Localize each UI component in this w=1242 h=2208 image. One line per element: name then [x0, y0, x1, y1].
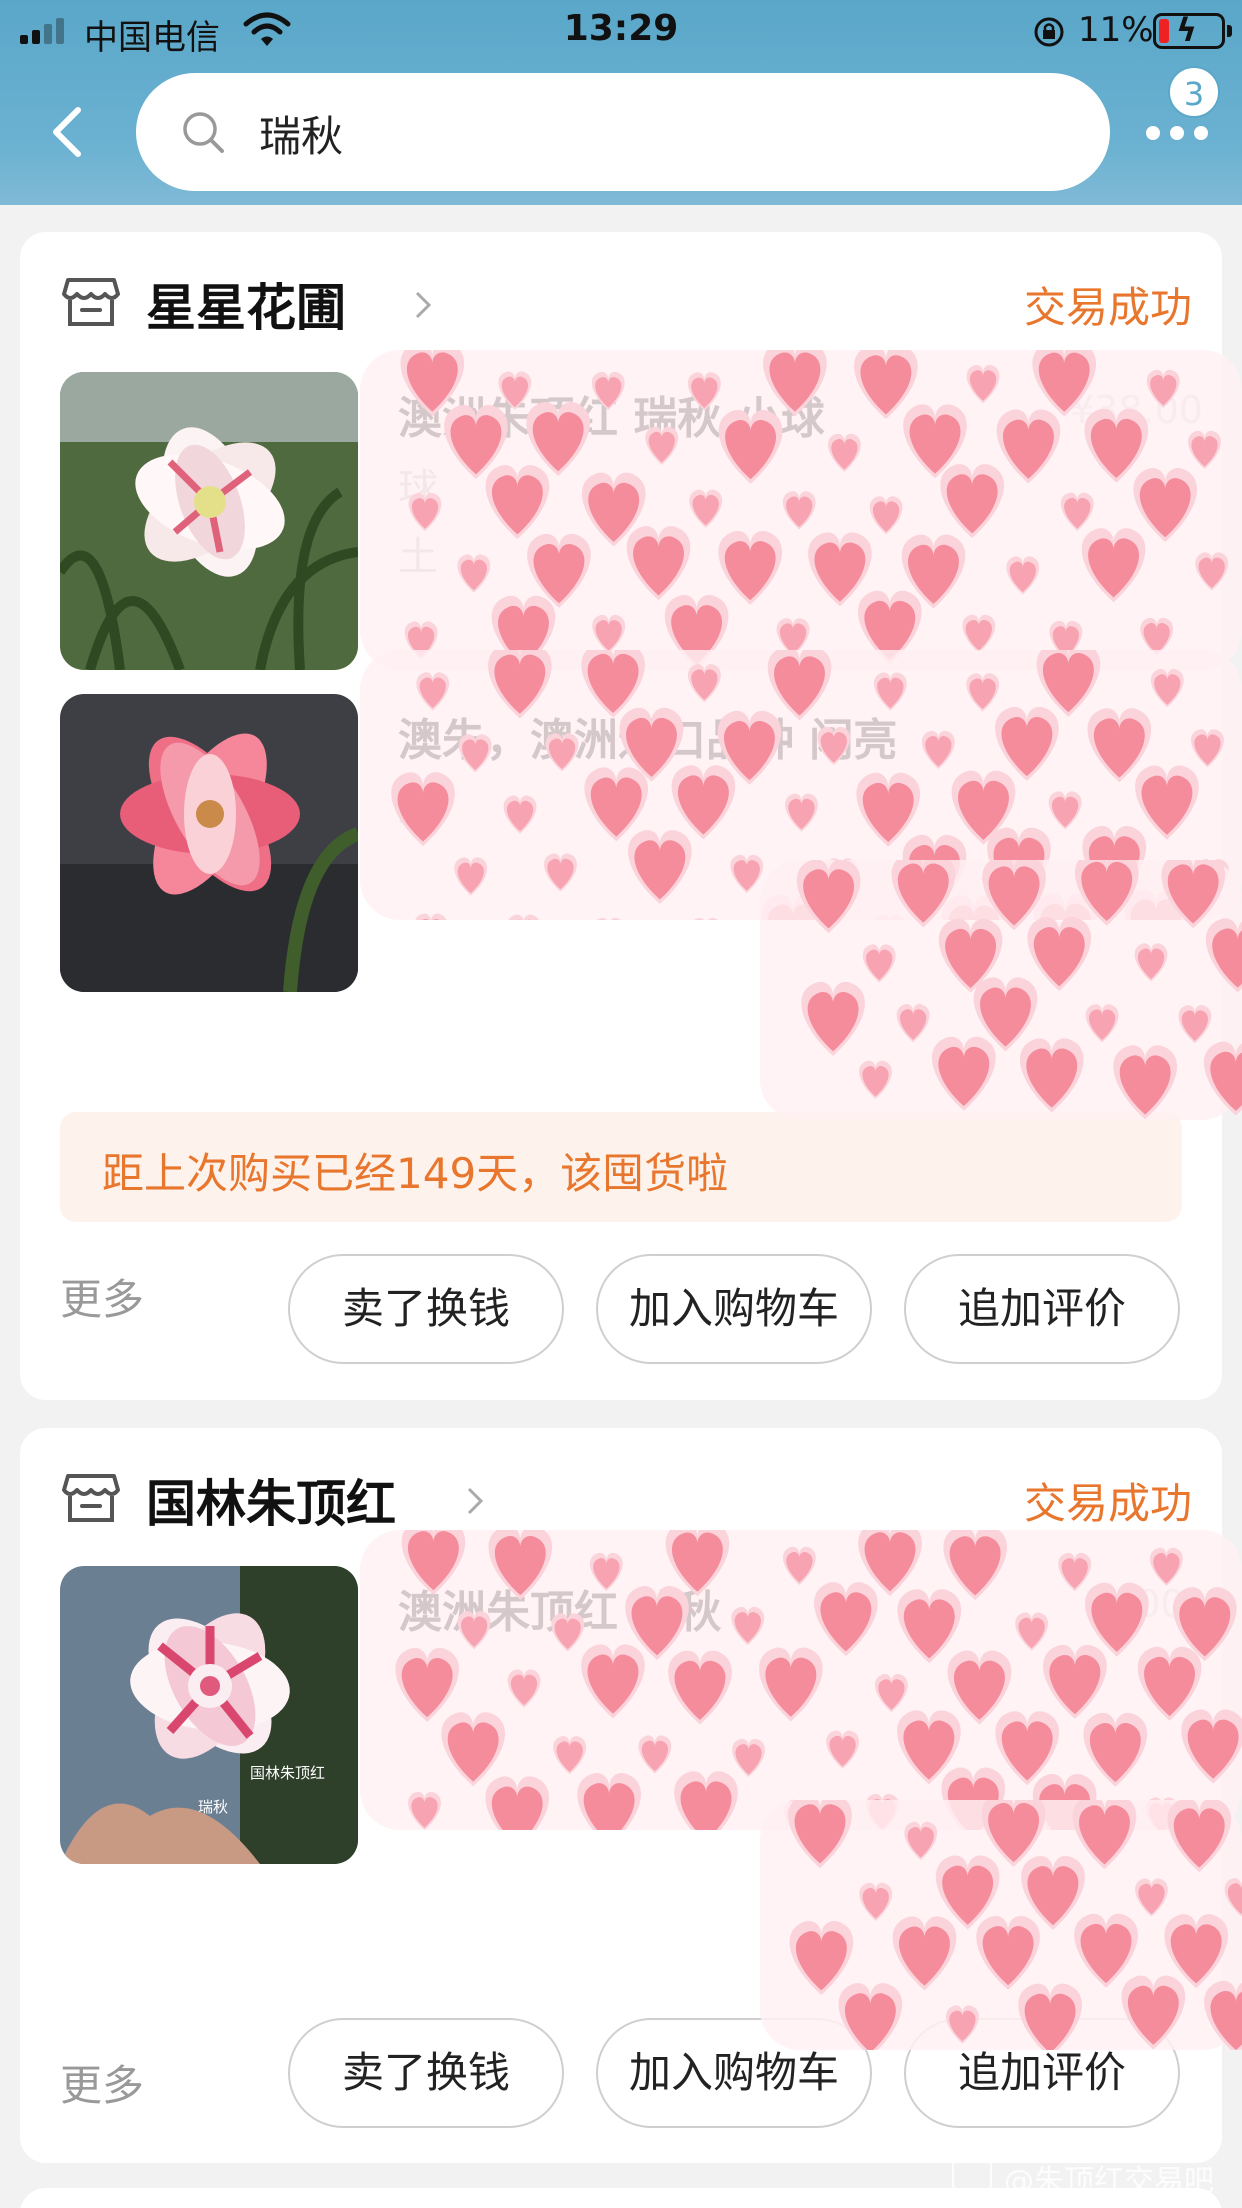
product-spec: 土: [398, 534, 438, 580]
shop-name[interactable]: 星星花圃: [146, 268, 346, 340]
shop-header[interactable]: 国林朱顶红 交易成功: [62, 1464, 1192, 1534]
product-title[interactable]: 澳朱，澳洲进口品种 闪亮: [398, 704, 897, 768]
more-actions-link[interactable]: 更多: [60, 1266, 144, 1327]
shop-icon: [62, 1474, 120, 1522]
battery-icon: ϟ: [1153, 12, 1232, 49]
more-actions-link[interactable]: 更多: [60, 2052, 144, 2113]
search-query[interactable]: 瑞秋: [259, 103, 343, 164]
back-arrow-icon[interactable]: [48, 104, 88, 160]
battery-percent: 11%: [1078, 10, 1154, 50]
photo-caption: 国林朱顶红: [250, 1764, 325, 1782]
product-image[interactable]: 国林朱顶红 瑞秋: [60, 1566, 358, 1864]
more-menu-button[interactable]: 3: [1146, 66, 1240, 156]
more-dots-icon: [1146, 126, 1208, 140]
order-status: 交易成功: [1023, 283, 1192, 332]
resell-button[interactable]: 卖了换钱: [288, 1254, 564, 1364]
product-title[interactable]: 澳洲朱顶红 瑞秋 小球: [398, 382, 825, 446]
product-price: ¥.00: [1100, 1582, 1185, 1626]
chevron-right-icon: [415, 291, 432, 319]
add-review-button[interactable]: 追加评价: [904, 1254, 1180, 1364]
product-image[interactable]: [60, 694, 358, 992]
add-review-button[interactable]: 追加评价: [904, 2018, 1180, 2128]
product-spec: 球: [398, 466, 438, 512]
add-to-cart-button[interactable]: 加入购物车: [596, 1254, 872, 1364]
repurchase-notice[interactable]: 距上次购买已经149天，该囤货啦: [60, 1112, 1182, 1222]
product-price: ¥38.00: [1070, 388, 1203, 432]
search-icon: [183, 112, 224, 153]
order-card[interactable]: 国林朱顶红 交易成功 国林朱顶红 瑞秋 澳洲朱顶红 瑞秋 ¥.00 更多 卖了换…: [20, 1428, 1222, 2163]
shop-header[interactable]: 星星花圃 交易成功: [62, 268, 1192, 338]
message-count-badge: 3: [1168, 66, 1220, 118]
order-status: 交易成功: [1023, 1479, 1192, 1528]
shop-name[interactable]: 国林朱顶红: [146, 1464, 396, 1536]
rotation-lock-icon: [1034, 17, 1064, 47]
watermark-logo-icon: [952, 2158, 992, 2192]
top-bar: 中国电信 13:29 11% ϟ 瑞秋 3: [0, 0, 1242, 205]
product-spec: 球: [398, 788, 438, 834]
shop-icon: [62, 278, 120, 326]
search-bar[interactable]: 瑞秋: [136, 73, 1110, 191]
order-card[interactable]: 星星花圃 交易成功 澳洲朱顶红 瑞秋 小球 球 土 ¥38.00 澳朱，澳洲进口…: [20, 232, 1222, 1400]
status-bar: 中国电信 13:29 11% ϟ: [0, 0, 1242, 62]
resell-button[interactable]: 卖了换钱: [288, 2018, 564, 2128]
chevron-right-icon: [467, 1487, 484, 1515]
product-title[interactable]: 澳洲朱顶红 瑞秋: [398, 1576, 721, 1640]
product-image[interactable]: [60, 372, 358, 670]
add-to-cart-button[interactable]: 加入购物车: [596, 2018, 872, 2128]
heart-icon: [1224, 1878, 1242, 1917]
repurchase-notice-text: 距上次购买已经149天，该囤货啦: [102, 1149, 729, 1198]
photo-caption: 瑞秋: [198, 1798, 228, 1816]
